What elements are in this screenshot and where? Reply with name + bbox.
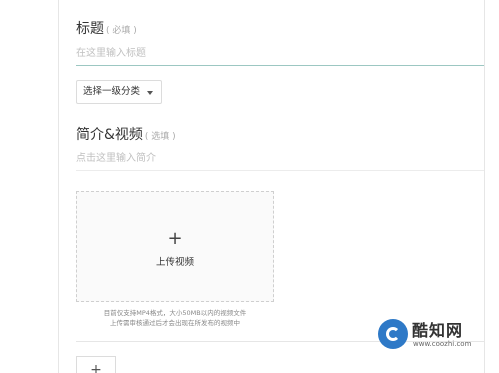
category-select[interactable]: 选择一级分类 bbox=[76, 80, 162, 104]
plus-icon: + bbox=[90, 362, 102, 373]
intro-label: 简介&视频 bbox=[76, 127, 143, 143]
title-placeholder: 在这里输入标题 bbox=[76, 48, 146, 59]
watermark-name: 酷知网 bbox=[412, 321, 464, 340]
title-label: 标题 bbox=[76, 21, 104, 37]
intro-input[interactable]: 点击这里输入简介 bbox=[76, 148, 484, 171]
intro-placeholder: 点击这里输入简介 bbox=[76, 153, 156, 164]
upload-note-line2: 上传需审核通过后才会出现在所发布的视频中 bbox=[110, 319, 240, 327]
watermark: 酷知网 www.coozhi.com bbox=[378, 317, 490, 357]
title-required-hint: ( 必填 ) bbox=[106, 26, 137, 36]
upload-video-button[interactable]: + 上传视频 bbox=[76, 191, 274, 302]
plus-icon: + bbox=[167, 228, 183, 249]
coozhi-logo-icon bbox=[378, 319, 408, 349]
caret-down-icon bbox=[147, 91, 153, 95]
title-section-label: 标题( 必填 ) bbox=[76, 18, 137, 38]
upload-note-line1: 目前仅支持MP4格式，大小50MB以内的视频文件 bbox=[103, 309, 247, 317]
left-border bbox=[58, 0, 59, 373]
intro-optional-hint: ( 选填 ) bbox=[144, 132, 176, 142]
add-step-button[interactable]: + bbox=[76, 356, 116, 373]
editor-page: 标题( 必填 ) 在这里输入标题 选择一级分类 简介&视频( 选填 ) 点击这里… bbox=[0, 0, 499, 373]
intro-section-label: 简介&视频( 选填 ) bbox=[76, 124, 176, 144]
watermark-url: www.coozhi.com bbox=[413, 340, 472, 348]
upload-video-label: 上传视频 bbox=[155, 257, 194, 268]
title-input[interactable]: 在这里输入标题 bbox=[76, 43, 484, 66]
category-select-label: 选择一级分类 bbox=[83, 86, 141, 97]
